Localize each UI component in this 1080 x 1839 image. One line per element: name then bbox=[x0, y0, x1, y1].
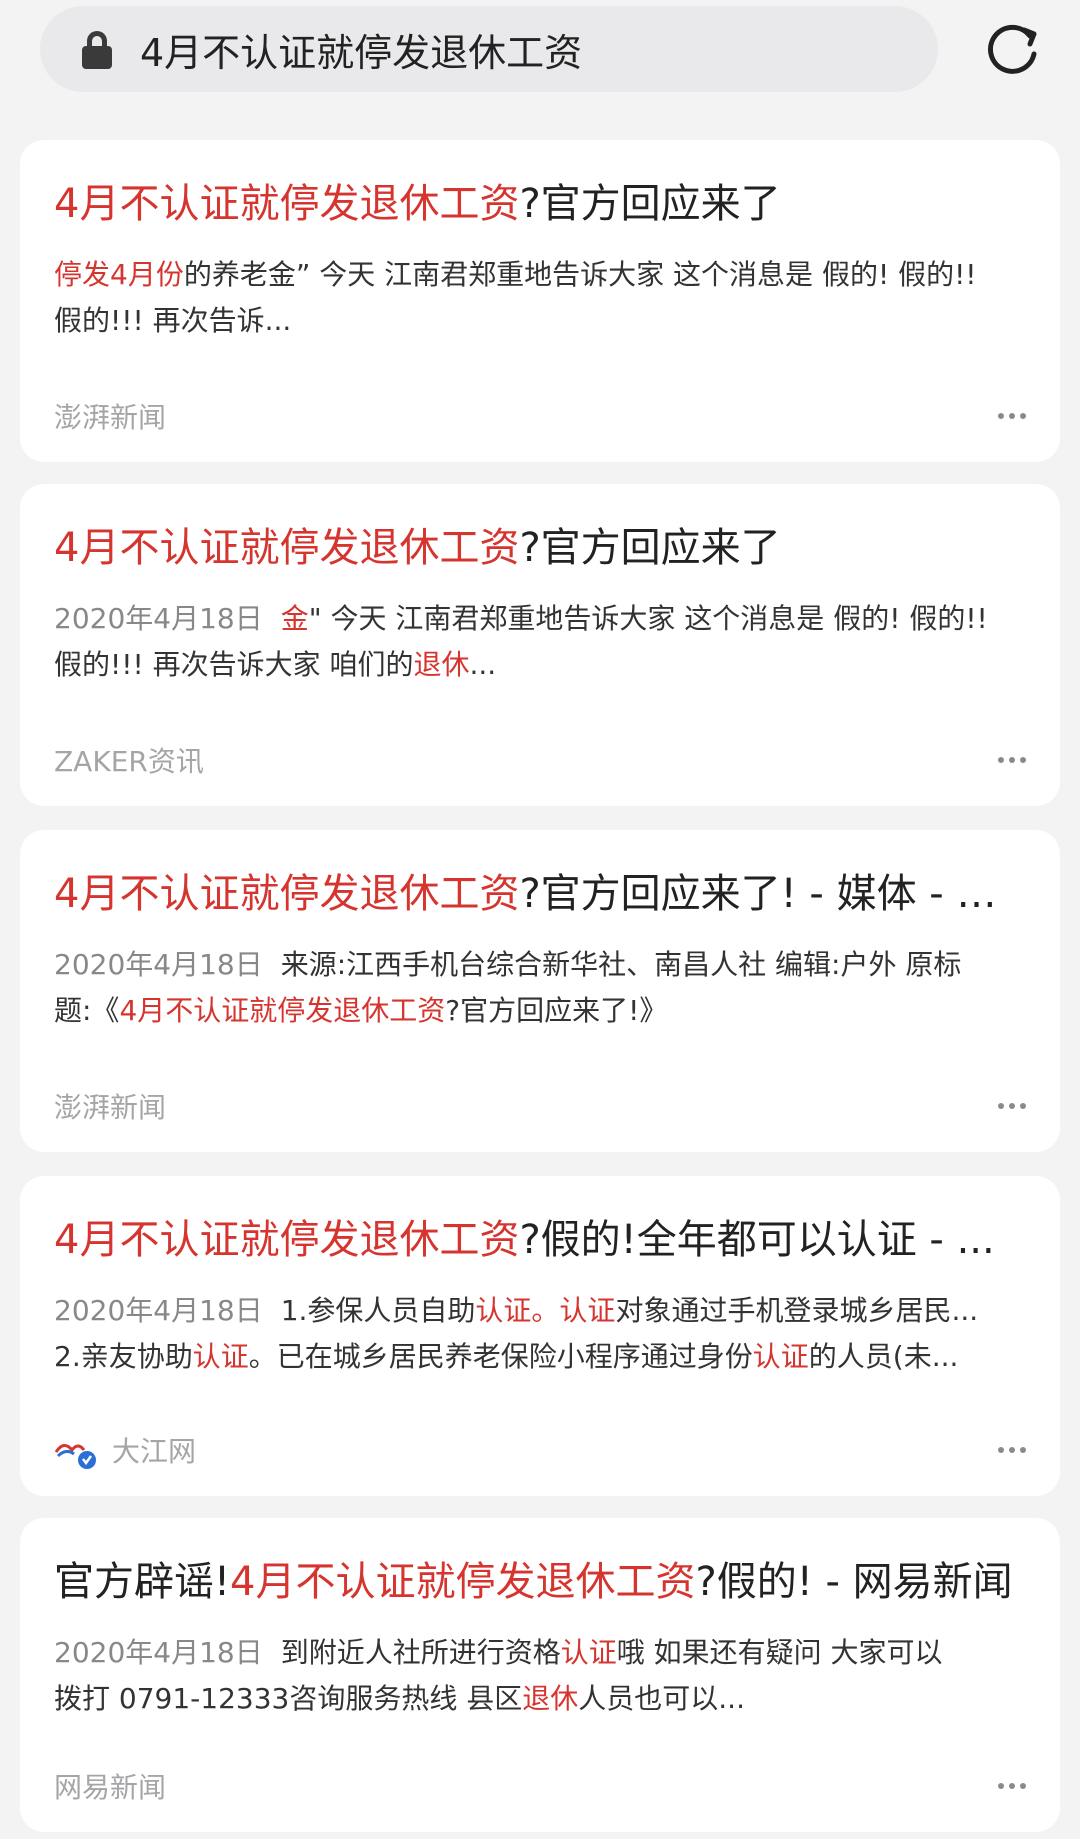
snippet-line: 2020年4月18日 1.参保人员自助认证。认证对象通过手机登录城乡居民... bbox=[54, 1288, 1026, 1334]
more-options-icon[interactable] bbox=[998, 1447, 1026, 1453]
result-card[interactable]: 4月不认证就停发退休工资?官方回应来了 停发4月份的养老金” 今天 江南君郑重地告… bbox=[20, 140, 1060, 462]
snippet-line: 2020年4月18日 到附近人社所进行资格认证哦 如果还有疑问 大家可以 bbox=[54, 1630, 1026, 1676]
text-segment: ?假的! - 网易新闻 bbox=[695, 1559, 1013, 1605]
snippet-line: 假的!!! 再次告诉... bbox=[54, 298, 1026, 344]
result-source[interactable]: 澎湃新闻 bbox=[54, 396, 166, 436]
refresh-icon[interactable] bbox=[980, 18, 1044, 82]
highlight-text: 4月不认证就停发退休工资 bbox=[54, 871, 520, 917]
text-segment: ?官方回应来了!》 bbox=[445, 994, 668, 1027]
result-source[interactable]: 澎湃新闻 bbox=[54, 1086, 166, 1126]
result-source[interactable]: ZAKER资讯 bbox=[54, 740, 204, 780]
result-title[interactable]: 4月不认证就停发退休工资?官方回应来了 bbox=[54, 140, 1026, 232]
result-footer: 澎湃新闻 bbox=[54, 396, 1026, 436]
text-segment: ?官方回应来了 bbox=[519, 181, 781, 227]
more-options-icon[interactable] bbox=[998, 757, 1026, 763]
text-segment: 官方辟谣! bbox=[54, 1559, 231, 1605]
more-options-icon[interactable] bbox=[998, 1103, 1026, 1109]
snippet-line: 2020年4月18日 金" 今天 江南君郑重地告诉大家 这个消息是 假的! 假的!… bbox=[54, 596, 1026, 642]
result-title[interactable]: 4月不认证就停发退休工资?官方回应来了 bbox=[54, 484, 1026, 576]
result-snippet: 2020年4月18日 金" 今天 江南君郑重地告诉大家 这个消息是 假的! 假的!… bbox=[54, 596, 1026, 688]
result-date: 2020年4月18日 bbox=[54, 602, 263, 635]
highlight-text: 认证。认证 bbox=[475, 1294, 616, 1327]
text-segment: 1.参保人员自助 bbox=[280, 1294, 476, 1327]
text-segment: ... bbox=[469, 648, 497, 681]
text-segment: ?官方回应来了! - 媒体 - 澎... bbox=[519, 871, 1026, 917]
result-card[interactable]: 官方辟谣!4月不认证就停发退休工资?假的! - 网易新闻 2020年4月18日 到附… bbox=[20, 1518, 1060, 1832]
snippet-line: 2020年4月18日 来源:江西手机台综合新华社、南昌人社 编辑:户外 原标 bbox=[54, 942, 1026, 988]
search-query: 4月不认证就停发退休工资 bbox=[140, 30, 583, 75]
result-title[interactable]: 4月不认证就停发退休工资?官方回应来了! - 媒体 - 澎... bbox=[54, 830, 1026, 922]
text-segment: 来源:江西手机台综合新华社、南昌人社 编辑:户外 原标 bbox=[280, 948, 962, 981]
address-bar[interactable]: 4月不认证就停发退休工资 bbox=[40, 6, 938, 92]
result-footer: 网易新闻 bbox=[54, 1766, 1026, 1806]
snippet-line: 2.亲友协助认证。已在城乡居民养老保险小程序通过身份认证的人员(未... bbox=[54, 1334, 1026, 1380]
result-date: 2020年4月18日 bbox=[54, 948, 263, 981]
text-segment: 人员也可以... bbox=[578, 1682, 745, 1715]
result-date: 2020年4月18日 bbox=[54, 1636, 263, 1669]
result-snippet: 2020年4月18日 到附近人社所进行资格认证哦 如果还有疑问 大家可以 拨打 07… bbox=[54, 1630, 1026, 1722]
more-options-icon[interactable] bbox=[998, 413, 1026, 419]
result-card[interactable]: 4月不认证就停发退休工资?官方回应来了 2020年4月18日 金" 今天 江南君郑重… bbox=[20, 484, 1060, 806]
text-segment: 对象通过手机登录城乡居民... bbox=[615, 1294, 979, 1327]
result-date: 2020年4月18日 bbox=[54, 1294, 263, 1327]
text-segment: 到附近人社所进行资格 bbox=[280, 1636, 561, 1669]
text-segment: ?官方回应来了 bbox=[519, 525, 781, 571]
text-segment: 的人员(未... bbox=[808, 1340, 959, 1373]
text-segment: 拨打 0791-12333咨询服务热线 县区 bbox=[54, 1682, 523, 1715]
text-segment: 题:《 bbox=[54, 994, 120, 1027]
result-footer: 大江网 bbox=[54, 1430, 1026, 1470]
snippet-line: 拨打 0791-12333咨询服务热线 县区退休人员也可以... bbox=[54, 1676, 1026, 1722]
result-footer: ZAKER资讯 bbox=[54, 740, 1026, 780]
text-segment: 的养老金” 今天 江南君郑重地告诉大家 这个消息是 假的! 假的!! bbox=[183, 258, 977, 291]
highlight-text: 认证 bbox=[752, 1340, 809, 1373]
highlight-text: 4月不认证就停发退休工资 bbox=[119, 994, 446, 1027]
result-title[interactable]: 官方辟谣!4月不认证就停发退休工资?假的! - 网易新闻 bbox=[54, 1518, 1026, 1610]
dajiang-logo-icon bbox=[54, 1444, 96, 1469]
highlight-text: 认证 bbox=[192, 1340, 249, 1373]
text-segment: 2.亲友协助 bbox=[54, 1340, 193, 1373]
text-segment: 哦 如果还有疑问 大家可以 bbox=[616, 1636, 943, 1669]
text-segment: " 今天 江南君郑重地告诉大家 这个消息是 假的! 假的!! bbox=[308, 602, 988, 635]
lock-icon bbox=[80, 29, 114, 69]
result-card[interactable]: 4月不认证就停发退休工资?官方回应来了! - 媒体 - 澎... 2020年4月1… bbox=[20, 830, 1060, 1152]
text-segment: 假的!!! 再次告诉大家 咱们的 bbox=[54, 648, 414, 681]
highlight-text: 4月不认证就停发退休工资 bbox=[54, 1217, 520, 1263]
snippet-line: 假的!!! 再次告诉大家 咱们的退休... bbox=[54, 642, 1026, 688]
highlight-text: 停发4月份 bbox=[54, 258, 184, 291]
text-segment: 假的!!! 再次告诉... bbox=[54, 304, 292, 337]
result-source[interactable]: 网易新闻 bbox=[54, 1766, 166, 1806]
result-snippet: 2020年4月18日 来源:江西手机台综合新华社、南昌人社 编辑:户外 原标 题:《… bbox=[54, 942, 1026, 1034]
highlight-text: 金 bbox=[280, 602, 309, 635]
highlight-text: 4月不认证就停发退休工资 bbox=[230, 1559, 696, 1605]
result-title[interactable]: 4月不认证就停发退休工资?假的!全年都可以认证 - ... bbox=[54, 1176, 1026, 1268]
highlight-text: 退休 bbox=[413, 648, 470, 681]
top-bar: 4月不认证就停发退休工资 bbox=[0, 0, 1080, 108]
snippet-line: 题:《4月不认证就停发退休工资?官方回应来了!》 bbox=[54, 988, 1026, 1034]
text-segment: 。已在城乡居民养老保险小程序通过身份 bbox=[248, 1340, 753, 1373]
snippet-line: 停发4月份的养老金” 今天 江南君郑重地告诉大家 这个消息是 假的! 假的!! bbox=[54, 252, 1026, 298]
result-footer: 澎湃新闻 bbox=[54, 1086, 1026, 1126]
result-card[interactable]: 4月不认证就停发退休工资?假的!全年都可以认证 - ... 2020年4月18日 1… bbox=[20, 1176, 1060, 1496]
highlight-text: 退休 bbox=[522, 1682, 579, 1715]
more-options-icon[interactable] bbox=[998, 1783, 1026, 1789]
highlight-text: 4月不认证就停发退休工资 bbox=[54, 181, 520, 227]
highlight-text: 4月不认证就停发退休工资 bbox=[54, 525, 520, 571]
result-source[interactable]: 大江网 bbox=[112, 1430, 196, 1470]
text-segment: ?假的!全年都可以认证 - ... bbox=[519, 1217, 995, 1263]
highlight-text: 认证 bbox=[560, 1636, 617, 1669]
result-snippet: 2020年4月18日 1.参保人员自助认证。认证对象通过手机登录城乡居民... 2.… bbox=[54, 1288, 1026, 1380]
result-snippet: 停发4月份的养老金” 今天 江南君郑重地告诉大家 这个消息是 假的! 假的!! 假… bbox=[54, 252, 1026, 344]
